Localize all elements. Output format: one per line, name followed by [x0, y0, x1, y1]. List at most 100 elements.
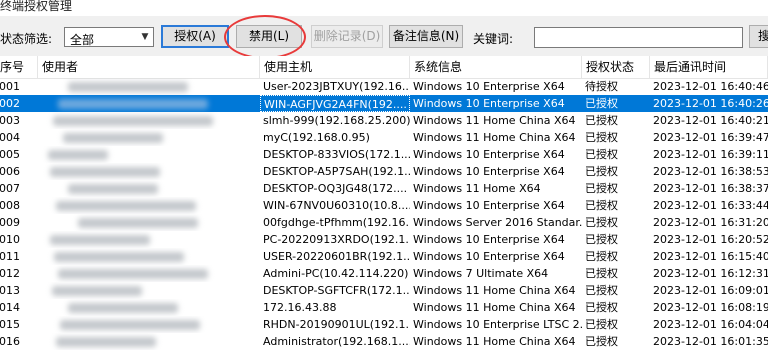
redacted-user-blur	[78, 218, 198, 228]
cell-no: 009	[0, 216, 20, 229]
cell-time: 2023-12-01 16:08:19	[653, 301, 768, 314]
cell-no: 002	[0, 97, 20, 110]
redacted-user-blur	[56, 337, 156, 347]
table-row[interactable]: 008 WIN-67NV0U60310(10.8.... Windows 10 En…	[0, 197, 768, 214]
cell-os: Windows 11 Home China X64	[413, 131, 576, 144]
cell-time: 2023-12-01 16:20:52	[653, 233, 768, 246]
column-header-no[interactable]: 序号	[0, 56, 38, 78]
cell-status: 待授权	[585, 80, 618, 93]
status-filter-select[interactable]: 全部 ▼	[64, 27, 154, 47]
cell-time: 2023-12-01 16:04:04	[653, 318, 768, 331]
column-header-time[interactable]: 最后通讯时间	[650, 56, 768, 78]
cell-host: WIN-67NV0U60310(10.8....	[263, 199, 410, 212]
cell-host: Administrator(192.168.1....	[263, 335, 410, 348]
redacted-user-blur	[54, 252, 184, 262]
table-row[interactable]: 002 WIN-AGFJVG2A4FN(192.... Windows 10 Ent…	[0, 95, 768, 112]
table-row[interactable]: 012 Admini-PC(10.42.114.220) Windows 7 Ult…	[0, 265, 768, 282]
column-header-os[interactable]: 系统信息	[410, 56, 582, 78]
window-title: 终端授权管理	[0, 0, 73, 13]
redacted-user-blur	[56, 201, 196, 211]
cell-no: 004	[0, 131, 20, 144]
table-row[interactable]: 006 DESKTOP-A5P7SAH(192.1... Windows 10 En…	[0, 163, 768, 180]
cell-no: 014	[0, 301, 20, 314]
cell-os: Windows 10 Enterprise X64	[413, 250, 565, 263]
cell-time: 2023-12-01 16:38:37	[653, 182, 768, 195]
table-row[interactable]: 015 RHDN-20190901UL(192.1... Windows 10 En…	[0, 316, 768, 333]
cell-host: slmh-999(192.168.25.200)	[263, 114, 410, 127]
authorize-button[interactable]: 授权(A)	[161, 25, 229, 48]
cell-no: 006	[0, 165, 20, 178]
cell-host: DESKTOP-833VIOS(172.1...	[263, 148, 410, 161]
window-title-bar: 终端授权管理	[0, 0, 768, 16]
redacted-user-blur	[58, 99, 208, 109]
cell-user	[38, 316, 260, 333]
cell-os: Windows Server 2016 Standar...	[413, 216, 582, 229]
redacted-user-blur	[68, 184, 158, 194]
cell-host: RHDN-20190901UL(192.1...	[263, 318, 410, 331]
cell-user	[38, 112, 260, 129]
cell-host: WIN-AGFJVG2A4FN(192....	[260, 95, 410, 112]
cell-status: 已授权	[585, 318, 618, 331]
cell-status: 已授权	[585, 216, 618, 229]
cell-user	[38, 214, 260, 231]
table-row[interactable]: 007 DESKTOP-OQ3JG48(172.... Windows 11 Hom…	[0, 180, 768, 197]
cell-no: 001	[0, 80, 20, 93]
cell-status: 已授权	[585, 114, 618, 127]
cell-time: 2023-12-01 16:09:01	[653, 284, 768, 297]
cell-host: DESKTOP-OQ3JG48(172....	[263, 182, 408, 195]
cell-time: 2023-12-01 16:33:44	[653, 199, 768, 212]
cell-no: 005	[0, 148, 20, 161]
cell-host: DESKTOP-A5P7SAH(192.1...	[263, 165, 410, 178]
terminal-table[interactable]: 序号 使用者 使用主机 系统信息 授权状态 最后通讯时间 001 User-202…	[0, 56, 768, 356]
cell-os: Windows 10 Enterprise LTSC 2...	[413, 318, 582, 331]
cell-os: Windows 11 Home China X64	[413, 301, 576, 314]
cell-time: 2023-12-01 16:39:47	[653, 131, 768, 144]
column-header-user[interactable]: 使用者	[38, 56, 260, 78]
cell-no: 010	[0, 233, 20, 246]
cell-time: 2023-12-01 16:40:21	[653, 114, 768, 127]
cell-user	[38, 146, 260, 163]
cell-no: 015	[0, 318, 20, 331]
cell-no: 013	[0, 284, 20, 297]
table-row[interactable]: 003 slmh-999(192.168.25.200) Windows 11 Ho…	[0, 112, 768, 129]
cell-status: 已授权	[585, 148, 618, 161]
table-row[interactable]: 009 00fgdhge-tPfhmm(192.16... Windows Serv…	[0, 214, 768, 231]
table-row[interactable]: 004 myC(192.168.0.95) Windows 11 Home Chin…	[0, 129, 768, 146]
redacted-user-blur	[68, 303, 178, 313]
search-button[interactable]: 搜	[749, 25, 768, 48]
column-header-host[interactable]: 使用主机	[260, 56, 410, 78]
cell-time: 2023-12-01 16:40:46	[653, 80, 768, 93]
keyword-input[interactable]	[534, 27, 743, 48]
cell-user	[38, 265, 260, 282]
cell-os: Windows 11 Home China X64	[413, 114, 576, 127]
cell-user	[38, 95, 260, 112]
table-row[interactable]: 011 USER-20220601BR(192.1... Windows 10 En…	[0, 248, 768, 265]
table-row[interactable]: 001 User-2023JBTXUY(192.16... Windows 10 E…	[0, 78, 768, 95]
cell-host: User-2023JBTXUY(192.16...	[263, 80, 410, 93]
cell-os: Windows 10 Enterprise X64	[413, 148, 565, 161]
redacted-user-blur	[60, 320, 200, 330]
cell-os: Windows 10 Enterprise X64	[413, 199, 565, 212]
disable-button[interactable]: 禁用(L)	[236, 25, 302, 48]
cell-time: 2023-12-01 16:12:31	[653, 267, 768, 280]
column-header-status[interactable]: 授权状态	[582, 56, 650, 78]
toolbar: 状态筛选: 全部 ▼ 授权(A) 禁用(L) 删除记录(D) 备注信息(N) 关…	[0, 17, 768, 55]
cell-os: Windows 11 Home China X64	[413, 335, 576, 348]
cell-no: 012	[0, 267, 20, 280]
cell-host: PC-20220913XRDO(192.1...	[263, 233, 410, 246]
cell-status: 已授权	[585, 199, 618, 212]
table-row[interactable]: 010 PC-20220913XRDO(192.1... Windows 10 En…	[0, 231, 768, 248]
cell-no: 003	[0, 114, 20, 127]
table-row[interactable]: 013 DESKTOP-SGFTCFR(172.1... Windows 11 Ho…	[0, 282, 768, 299]
cell-status: 已授权	[585, 284, 618, 297]
cell-no: 016	[0, 335, 20, 348]
table-row[interactable]: 005 DESKTOP-833VIOS(172.1... Windows 10 En…	[0, 146, 768, 163]
redacted-user-blur	[68, 82, 188, 92]
note-info-button[interactable]: 备注信息(N)	[389, 25, 463, 48]
status-filter-value: 全部	[70, 33, 95, 47]
cell-os: Windows 10 Enterprise X64	[413, 97, 565, 110]
delete-record-button[interactable]: 删除记录(D)	[311, 25, 383, 48]
table-row[interactable]: 014 172.16.43.88 Windows 11 Home China X64…	[0, 299, 768, 316]
cell-user	[38, 163, 260, 180]
table-row[interactable]: 016 Administrator(192.168.1.... Windows 11…	[0, 333, 768, 350]
